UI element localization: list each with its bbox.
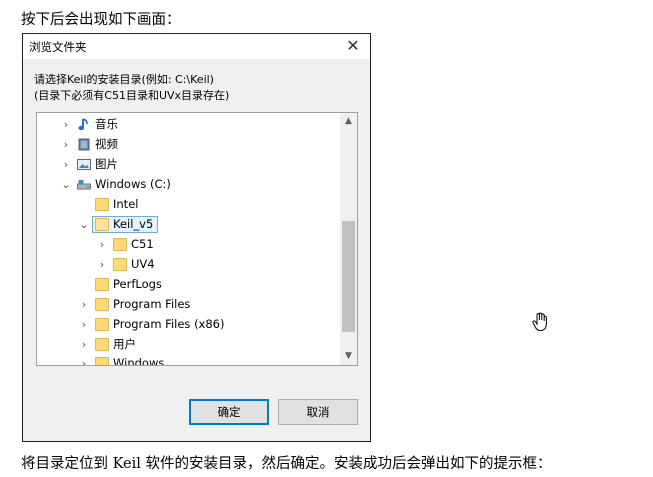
tree-item-video[interactable]: › 视频 [37,135,337,154]
tree-item-uv4[interactable]: › UV4 [37,255,337,274]
chevron-right-icon[interactable]: › [97,235,107,254]
tree-item-label: Program Files [113,297,191,311]
video-icon [78,138,90,151]
folder-icon [113,258,127,271]
drive-icon [77,180,91,190]
tree-item-label: 视频 [95,137,118,151]
tree-item-keil-v5[interactable]: ⌄ Keil_v5 [37,215,337,234]
tree-item-users[interactable]: › 用户 [37,335,337,354]
vertical-scrollbar[interactable]: ▲ ▼ [340,113,357,365]
tree-item-windows-c[interactable]: ⌄ Windows (C:) [37,175,337,194]
tree-item-windows[interactable]: › Windows [37,354,337,366]
tree-item-c51[interactable]: › C51 [37,235,337,254]
chevron-right-icon[interactable]: › [79,295,89,314]
chevron-right-icon[interactable]: › [97,255,107,274]
dialog-title: 浏览文件夹 [29,40,87,54]
chevron-right-icon[interactable]: › [79,354,89,365]
scrollbar-thumb[interactable] [342,221,355,332]
chevron-right-icon[interactable]: › [61,155,71,174]
cancel-button[interactable]: 取消 [278,399,358,425]
tree-item-label: UV4 [131,257,155,271]
tree-item-label: PerfLogs [113,277,162,291]
tree-item-pictures[interactable]: › 图片 [37,155,337,174]
folder-icon [95,278,109,291]
tree-item-label: Windows (C:) [95,177,171,191]
instruction-line-2: (目录下必须有C51目录和UVx目录存在) [34,89,230,102]
folder-icon [95,338,109,351]
folder-icon [95,357,109,365]
picture-icon [77,159,91,170]
scroll-down-button[interactable]: ▼ [340,348,357,365]
scroll-up-button[interactable]: ▲ [340,113,357,130]
chevron-down-icon[interactable]: ⌄ [79,215,89,234]
tree-item-label: 用户 [113,337,136,351]
tree-item-perflogs[interactable]: PerfLogs [37,275,337,294]
chevron-right-icon[interactable]: › [61,135,71,154]
music-icon [78,118,88,131]
tree-item-label: Program Files (x86) [113,317,225,331]
instruction-line-1: 请选择Keil的安装目录(例如: C:\Keil) [34,73,214,86]
tree-item-intel[interactable]: Intel [37,195,337,214]
tree-item-label: Windows [113,356,165,366]
tree-item-label: Keil_v5 [113,217,154,231]
browse-folder-dialog: 浏览文件夹 ✕ 请选择Keil的安装目录(例如: C:\Keil) (目录下必须… [22,33,371,442]
chevron-right-icon[interactable]: › [79,315,89,334]
close-button[interactable]: ✕ [345,37,361,55]
folder-icon [95,318,109,331]
intro-text: 按下后会出现如下画面： [21,12,181,28]
hand-cursor-icon [532,312,547,331]
tree-item-label: Intel [113,197,139,211]
folder-tree[interactable]: › 音乐 › 视频 › 图片 ⌄ Windows (C:) Intel ⌄ Ke… [36,112,358,366]
tree-item-program-files[interactable]: › Program Files [37,295,337,314]
tree-item-label: 图片 [95,157,118,171]
folder-icon [113,238,127,251]
folder-icon [95,198,109,211]
ok-button[interactable]: 确定 [189,399,269,425]
tree-item-program-files-x86[interactable]: › Program Files (x86) [37,315,337,334]
outro-text: 将目录定位到 Keil 软件的安装目录，然后确定。安装成功后会弹出如下的提示框： [21,456,552,472]
tree-item-label: 音乐 [95,117,118,131]
chevron-right-icon[interactable]: › [61,115,71,134]
tree-item-music[interactable]: › 音乐 [37,115,337,134]
folder-icon [95,218,109,231]
folder-icon [95,298,109,311]
chevron-down-icon[interactable]: ⌄ [61,175,71,194]
tree-item-label: C51 [131,237,154,251]
chevron-right-icon[interactable]: › [79,335,89,354]
dialog-titlebar: 浏览文件夹 ✕ [23,34,370,59]
